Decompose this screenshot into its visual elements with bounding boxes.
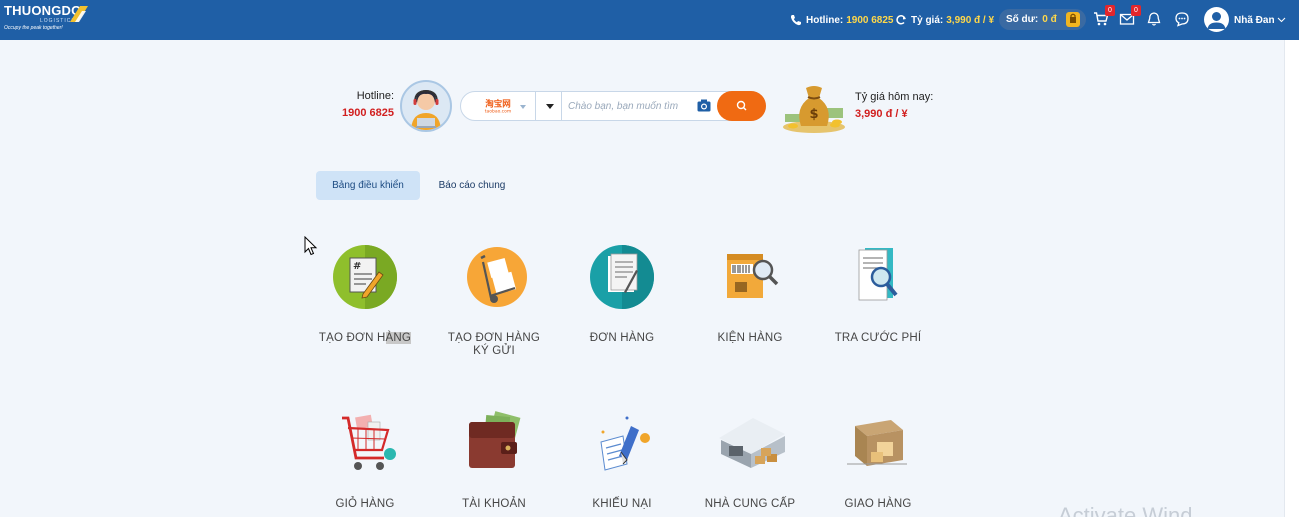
tile-delivery[interactable]: GIAO HÀNG: [818, 408, 938, 511]
svg-text:淘宝网: 淘宝网: [485, 99, 511, 110]
chat-button[interactable]: [1174, 11, 1190, 27]
supplier-icon: [715, 408, 785, 478]
header-hotline[interactable]: Hotline: 1900 6825: [790, 0, 894, 40]
user-menu[interactable]: Nhã Đan: [1234, 0, 1286, 40]
mail-button[interactable]: 0: [1119, 5, 1141, 27]
tile-fee-lookup[interactable]: TRA CƯỚC PHÍ: [818, 242, 938, 345]
bell-icon: [1147, 12, 1161, 26]
tile-account[interactable]: TÀI KHOẢN: [434, 408, 554, 511]
header-exchange-rate: Tỷ giá: 3,990 đ / ¥: [895, 0, 994, 40]
lock-icon: [1066, 12, 1080, 27]
exchange-rate-block: Tỷ giá hôm nay: 3,990 đ / ¥: [855, 91, 933, 120]
user-name: Nhã Đan: [1234, 14, 1275, 26]
scrollbar[interactable]: [1284, 40, 1299, 517]
balance-pill[interactable]: Số dư: 0 đ: [999, 9, 1086, 30]
activate-windows-watermark: Activate Wind: [1058, 503, 1193, 517]
chevron-down-icon: [1277, 17, 1285, 23]
logo[interactable]: THUONGDO LOGISTICS Occupy the peak toget…: [4, 4, 94, 36]
balance-value: 0 đ: [1042, 14, 1057, 25]
fee-lookup-icon: [843, 242, 913, 312]
site-select[interactable]: 淘宝网 taobao.com: [461, 92, 535, 120]
complaint-icon: [587, 408, 657, 478]
notification-button[interactable]: [1146, 11, 1162, 27]
search-button[interactable]: [717, 91, 766, 121]
consignment-order-icon: [459, 242, 529, 312]
rate-value: 3,990 đ / ¥: [855, 108, 908, 120]
search-input[interactable]: [568, 96, 694, 116]
cart-button[interactable]: 0: [1093, 5, 1115, 27]
logo-mark-icon: [70, 6, 88, 22]
user-avatar-icon: [1207, 12, 1226, 29]
tab-general-report[interactable]: Báo cáo chung: [426, 171, 518, 200]
product-search-bar: 淘宝网 taobao.com: [460, 91, 766, 121]
site-dropdown-button[interactable]: [535, 92, 562, 120]
svg-text:#: #: [353, 261, 361, 272]
avatar[interactable]: [1204, 7, 1229, 32]
header-hotline-value: 1900 6825: [846, 14, 894, 26]
support-agent-icon: [400, 80, 452, 132]
header-rate-value: 3,990 đ / ¥: [946, 14, 995, 26]
tile-label: KHIẾU NẠI: [592, 498, 652, 510]
tile-label: TẠO ĐƠN HÀNG KÝ GỬI: [447, 332, 541, 357]
hotline-label: Hotline:: [356, 90, 394, 102]
package-icon: [715, 242, 785, 312]
mouse-cursor-icon: [304, 236, 318, 256]
tile-label: GIAO HÀNG: [844, 498, 912, 510]
tile-create-consignment-order[interactable]: TẠO ĐƠN HÀNG KÝ GỬI: [434, 242, 554, 358]
tab-dashboard[interactable]: Bảng điều khiển: [316, 171, 420, 200]
refresh-icon: [896, 15, 906, 25]
tile-complaint[interactable]: KHIẾU NẠI: [562, 408, 682, 511]
cart-icon: [330, 408, 400, 478]
phone-icon: [790, 15, 801, 26]
svg-text:taobao.com: taobao.com: [485, 109, 512, 115]
rate-label: Tỷ giá hôm nay:: [855, 91, 934, 103]
hotline-number[interactable]: 1900 6825: [328, 107, 394, 119]
tile-label: TẠO ĐƠN HÀNG: [318, 332, 412, 344]
tile-label: GIỎ HÀNG: [335, 498, 395, 510]
money-bag-icon: $: [781, 78, 847, 134]
cart-badge: 0: [1105, 5, 1115, 16]
site-caret-icon: [520, 105, 526, 109]
tile-orders[interactable]: ĐƠN HÀNG: [562, 242, 682, 345]
header-hotline-label: Hotline:: [806, 14, 844, 26]
camera-icon[interactable]: [697, 99, 711, 112]
tile-label: TÀI KHOẢN: [462, 498, 526, 510]
tile-label: KIỆN HÀNG: [717, 332, 783, 344]
tile-label: NHÀ CUNG CẤP: [704, 498, 796, 510]
taobao-logo-icon: 淘宝网 taobao.com: [479, 99, 517, 115]
search-icon: [736, 100, 747, 111]
logo-slogan: Occupy the peak together!: [4, 25, 63, 31]
mail-badge: 0: [1131, 5, 1141, 16]
delivery-icon: [843, 408, 913, 478]
top-bar: THUONGDO LOGISTICS Occupy the peak toget…: [0, 0, 1299, 40]
tile-packages[interactable]: KIỆN HÀNG: [690, 242, 810, 345]
tile-supplier[interactable]: NHÀ CUNG CẤP: [690, 408, 810, 511]
tile-label: ĐƠN HÀNG: [589, 332, 655, 344]
hotline-block: Hotline: 1900 6825: [328, 90, 394, 119]
create-order-icon: #: [330, 242, 400, 312]
tile-cart[interactable]: GIỎ HÀNG: [305, 408, 425, 511]
tile-create-order[interactable]: # TẠO ĐƠN HÀNG: [305, 242, 425, 345]
wallet-icon: [459, 408, 529, 478]
orders-icon: [587, 242, 657, 312]
header-rate-label: Tỷ giá:: [911, 14, 944, 26]
balance-label: Số dư:: [1006, 14, 1039, 25]
chat-icon: [1175, 12, 1189, 27]
svg-text:$: $: [809, 107, 818, 122]
tile-label: TRA CƯỚC PHÍ: [834, 332, 922, 344]
